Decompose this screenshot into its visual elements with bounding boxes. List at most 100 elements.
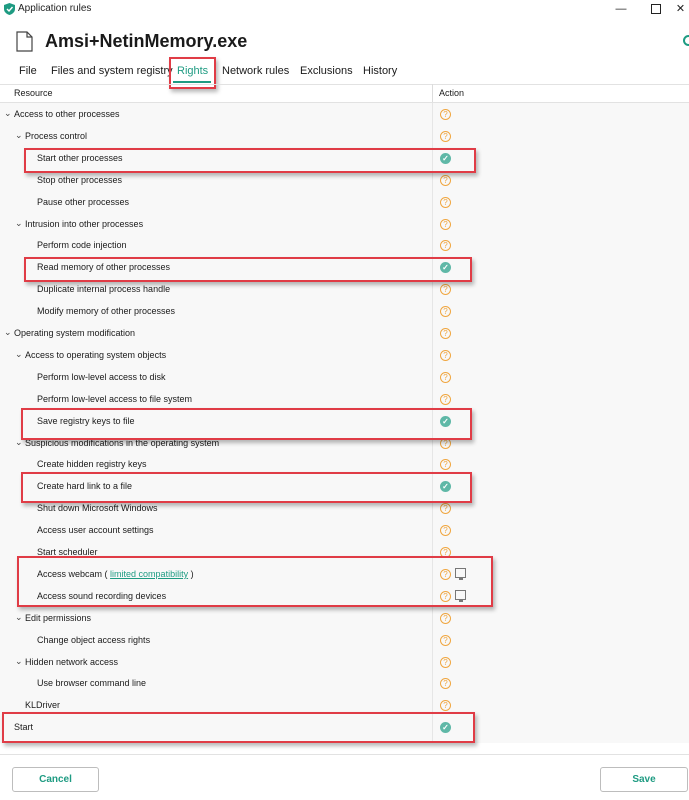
tree-row[interactable]: Duplicate internal process handle? (0, 279, 689, 301)
tree-row[interactable]: Access user account settings? (0, 520, 689, 542)
question-circle-icon[interactable]: ? (440, 349, 451, 361)
chevron-down-icon[interactable]: ⌄ (15, 656, 23, 667)
tree-row[interactable]: Pause other processes? (0, 192, 689, 214)
action-column-header[interactable]: Action (439, 88, 464, 98)
cancel-button[interactable]: Cancel (12, 767, 99, 792)
question-circle-icon[interactable]: ? (440, 459, 451, 471)
row-label-text: Shut down Microsoft Windows (37, 503, 158, 514)
close-button[interactable]: ✕ (672, 0, 689, 18)
column-separator[interactable] (432, 84, 433, 102)
tab-exclusions[interactable]: Exclusions (300, 65, 353, 77)
row-label: Access to other processes (14, 109, 120, 119)
tree-row[interactable]: Modify memory of other processes? (0, 301, 689, 323)
row-label-text: Access user account settings (37, 525, 154, 536)
row-label: Create hidden registry keys (37, 459, 147, 469)
chevron-down-icon[interactable]: ⌄ (15, 612, 23, 623)
row-label-text: KLDriver (25, 700, 61, 711)
row-label: Intrusion into other processes (25, 219, 143, 229)
question-circle-icon[interactable]: ? (440, 371, 451, 383)
row-label-text: Stop other processes (37, 174, 123, 185)
row-label-text: Create hidden registry keys (37, 459, 147, 470)
tree-row[interactable]: ⌄ Process control? (0, 126, 689, 148)
question-circle-icon[interactable]: ? (440, 328, 451, 339)
question-circle-icon[interactable]: ? (440, 130, 451, 142)
chevron-down-icon[interactable]: ⌄ (15, 218, 23, 229)
row-label: Duplicate internal process handle (37, 284, 170, 294)
row-label-text: Perform code injection (37, 240, 127, 251)
row-label: Perform low-level access to file system (37, 394, 192, 404)
question-circle-icon[interactable]: ? (440, 678, 451, 690)
question-circle-icon[interactable]: ? (440, 240, 451, 252)
row-label-text: Hidden network access (25, 656, 119, 667)
row-label: Stop other processes (37, 175, 122, 185)
question-circle-icon[interactable]: ? (440, 503, 451, 515)
help-icon[interactable] (683, 35, 689, 46)
chevron-down-icon[interactable]: ⌄ (15, 130, 23, 141)
row-label-text: Perform low-level access to file system (37, 393, 193, 404)
resource-column-header[interactable]: Resource (14, 88, 53, 98)
row-label: Access to operating system objects (25, 350, 166, 360)
question-circle-icon[interactable]: ? (440, 174, 451, 186)
tree-row[interactable]: Perform code injection? (0, 235, 689, 257)
row-label-text: Intrusion into other processes (25, 218, 144, 229)
question-circle-icon[interactable]: ? (440, 612, 451, 624)
row-label-text: Modify memory of other processes (37, 306, 176, 317)
file-icon (16, 31, 33, 52)
question-circle-icon[interactable]: ? (440, 634, 451, 646)
minimize-button[interactable]: — (606, 0, 636, 18)
highlight-save-registry-keys (21, 408, 472, 440)
question-circle-icon[interactable]: ? (440, 284, 451, 296)
row-label: KLDriver (25, 700, 60, 710)
row-label-text: Pause other processes (37, 196, 130, 207)
row-label-text: Duplicate internal process handle (37, 284, 171, 295)
row-label: Perform code injection (37, 240, 127, 250)
tab-files-and-system-registry[interactable]: Files and system registry (51, 65, 173, 77)
highlight-start-other-processes (24, 148, 476, 173)
row-label-text: Operating system modification (14, 328, 136, 338)
tree-row[interactable]: ⌄ Edit permissions? (0, 608, 689, 630)
tree-row[interactable]: ⌄ Access to other processes? (0, 104, 689, 126)
title-bar: Application rules — ✕ (0, 0, 689, 18)
tab-file[interactable]: File (19, 65, 37, 77)
tree-row[interactable]: Use browser command line? (0, 673, 689, 695)
row-label: Shut down Microsoft Windows (37, 503, 158, 513)
divider (0, 754, 689, 755)
chevron-down-icon[interactable]: ⌄ (4, 327, 12, 338)
row-label: Hidden network access (25, 657, 118, 667)
tab-network-rules[interactable]: Network rules (222, 65, 289, 77)
chevron-down-icon[interactable]: ⌄ (15, 349, 23, 360)
question-circle-icon[interactable]: ? (440, 109, 451, 120)
question-circle-icon[interactable]: ? (440, 218, 451, 230)
row-label: Perform low-level access to disk (37, 372, 166, 382)
question-circle-icon[interactable]: ? (440, 306, 451, 318)
shield-icon (4, 3, 15, 15)
highlight-read-memory (24, 257, 472, 282)
tree-row[interactable]: ⌄ Access to operating system objects? (0, 345, 689, 367)
maximize-button[interactable] (641, 0, 671, 18)
row-label-text: Edit permissions (25, 612, 92, 623)
row-label-text: Use browser command line (37, 678, 147, 689)
row-label-text: Change object access rights (37, 634, 151, 645)
highlight-webcam-sound (17, 556, 493, 607)
row-label: Access user account settings (37, 525, 154, 535)
question-circle-icon[interactable]: ? (440, 656, 451, 668)
highlight-start (2, 712, 475, 743)
application-name: Amsi+NetinMemory.exe (45, 31, 248, 51)
tree-row[interactable]: Change object access rights? (0, 630, 689, 652)
question-circle-icon[interactable]: ? (440, 393, 451, 405)
row-label-text: Access to other processes (14, 109, 120, 119)
save-button[interactable]: Save (600, 767, 688, 792)
question-circle-icon[interactable]: ? (440, 525, 451, 537)
tree-row[interactable]: ⌄ Operating system modification? (0, 323, 689, 345)
tree-row[interactable]: ⌄ Intrusion into other processes? (0, 214, 689, 236)
tree-row[interactable]: Perform low-level access to disk? (0, 367, 689, 389)
row-label-text: Process control (25, 130, 88, 141)
highlight-create-hard-link (21, 472, 472, 503)
row-label: Change object access rights (37, 635, 150, 645)
tree-row[interactable]: ⌄ Hidden network access? (0, 652, 689, 674)
question-circle-icon[interactable]: ? (440, 700, 451, 712)
tab-history[interactable]: History (363, 65, 397, 77)
row-label: Use browser command line (37, 678, 146, 688)
chevron-down-icon[interactable]: ⌄ (4, 108, 12, 119)
question-circle-icon[interactable]: ? (440, 196, 451, 208)
